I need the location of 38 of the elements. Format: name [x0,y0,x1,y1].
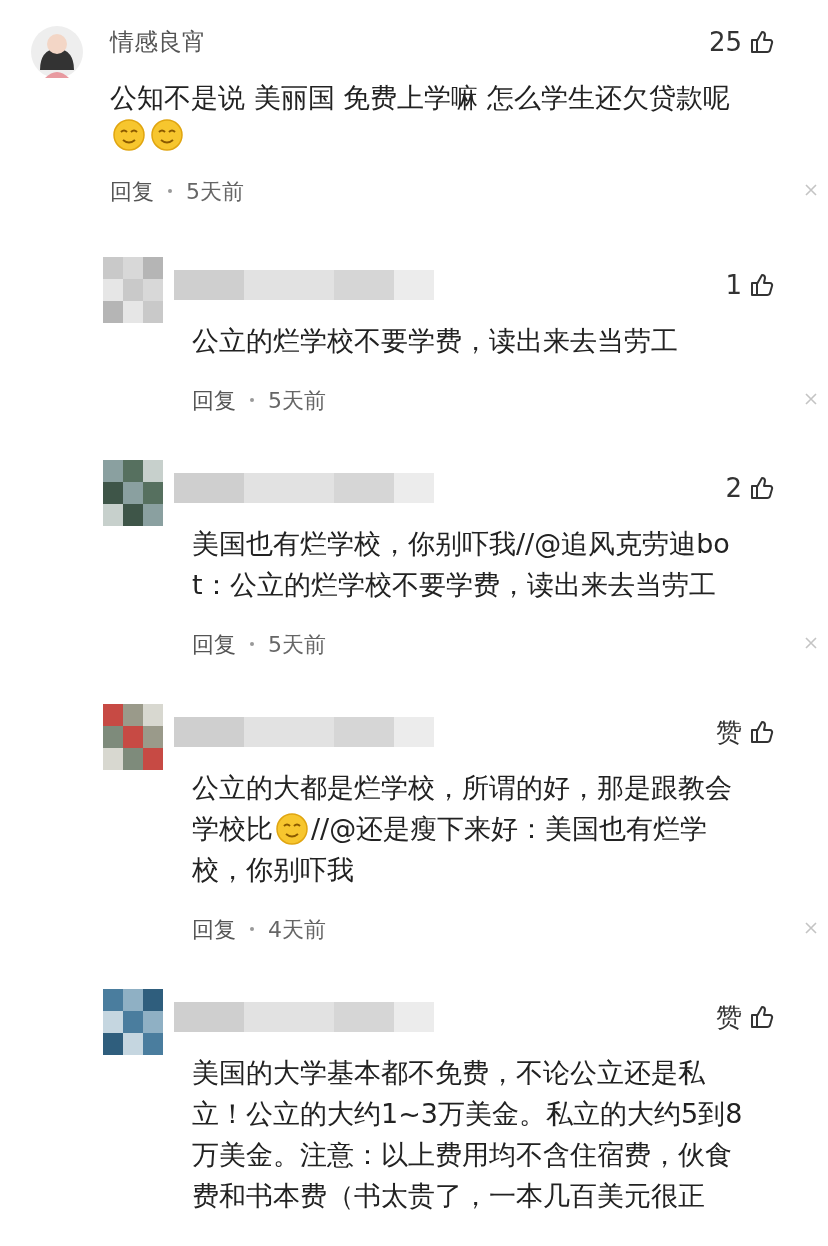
comment-text: 美国也有烂学校，你别吓我//@追风克劳迪bo [192,527,730,561]
reply-button[interactable]: 回复 [192,912,236,946]
like-button[interactable]: 1 [725,265,776,305]
comment-text: 美国的大学基本都不免费，不论公立还是私 [192,1056,705,1090]
comment-text: 立！公立的大约1~3万美金。私立的大约5到8 [192,1097,743,1131]
thumbs-up-icon [750,719,776,745]
comment-text: 公立的烂学校不要学费，读出来去当劳工 [192,324,678,358]
smiley-icon [112,118,146,152]
author-name[interactable]: 情感良宵 [110,24,206,60]
thumbs-up-icon [750,272,776,298]
close-icon[interactable] [804,636,818,650]
thumbs-up-icon [750,1004,776,1030]
comment-text: 校，你别吓我 [192,853,354,887]
like-button[interactable]: 赞 [716,997,776,1037]
timestamp: 5天前 [268,630,326,659]
comment-text: 万美金。注意：以上费用均不含住宿费，伙食 [192,1138,732,1172]
thumbs-up-icon [750,29,776,55]
comment-text: //@还是瘦下来好：美国也有烂学 [311,812,708,846]
comment-text: t：公立的烂学校不要学费，读出来去当劳工 [192,568,716,602]
smiley-icon [275,811,309,846]
comment-text: 学校比 [192,812,273,846]
timestamp: 4天前 [268,915,326,944]
thumbs-up-icon [750,475,776,501]
close-icon[interactable] [804,392,818,406]
timestamp: 5天前 [268,386,326,415]
comment-text: 费和书本费（书太贵了，一本几百美元很正 [192,1179,705,1213]
reply-button[interactable]: 回复 [192,383,236,417]
like-button[interactable]: 2 [725,468,776,508]
comment-text: 公立的大都是烂学校，所谓的好，那是跟教会 [192,771,732,805]
close-icon[interactable] [804,921,818,935]
like-button[interactable]: 25 [708,22,776,62]
comment-text: 公知不是说 美丽国 免费上学嘛 怎么学生还欠贷款呢 [110,81,730,115]
smiley-icon [150,118,184,152]
reply-button[interactable]: 回复 [192,627,236,661]
like-button[interactable]: 赞 [716,712,776,752]
timestamp: 5天前 [186,177,244,206]
close-icon[interactable] [804,183,818,197]
reply-button[interactable]: 回复 [110,174,154,208]
